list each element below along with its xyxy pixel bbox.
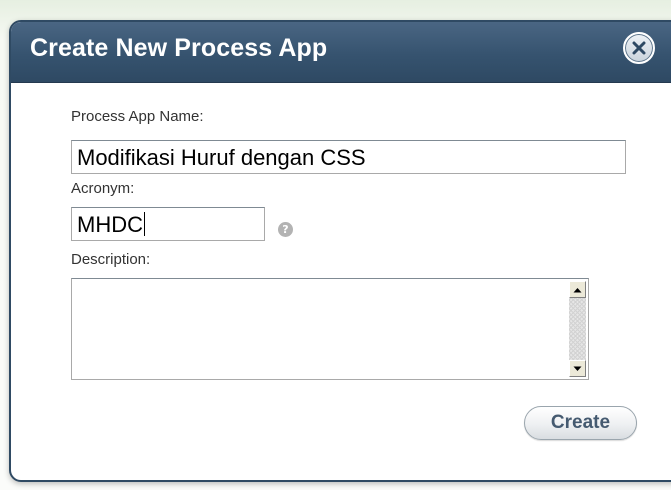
description-label: Description: <box>71 251 151 268</box>
text-caret <box>144 212 145 236</box>
dialog-title: Create New Process App <box>30 34 328 62</box>
scroll-down-button[interactable] <box>569 360 586 377</box>
process-app-name-input[interactable]: Modifikasi Huruf dengan CSS <box>71 140 626 174</box>
scroll-up-button[interactable] <box>569 281 586 298</box>
acronym-label: Acronym: <box>71 180 135 197</box>
process-app-name-value: Modifikasi Huruf dengan CSS <box>77 145 366 170</box>
description-scrollbar[interactable] <box>569 281 586 377</box>
acronym-input[interactable]: MHDC <box>71 207 265 241</box>
arrow-up-icon <box>573 287 582 292</box>
close-icon <box>632 41 646 55</box>
process-app-name-label: Process App Name: <box>71 108 204 125</box>
question-mark-icon[interactable]: ? <box>278 222 293 237</box>
arrow-down-icon <box>573 366 582 371</box>
close-button[interactable] <box>623 32 655 64</box>
dialog-titlebar: Create New Process App <box>11 22 671 83</box>
description-textarea[interactable] <box>71 278 589 380</box>
create-process-app-dialog: Create New Process App Process App Name:… <box>9 20 671 482</box>
acronym-value: MHDC <box>77 212 143 237</box>
create-button[interactable]: Create <box>524 406 637 440</box>
